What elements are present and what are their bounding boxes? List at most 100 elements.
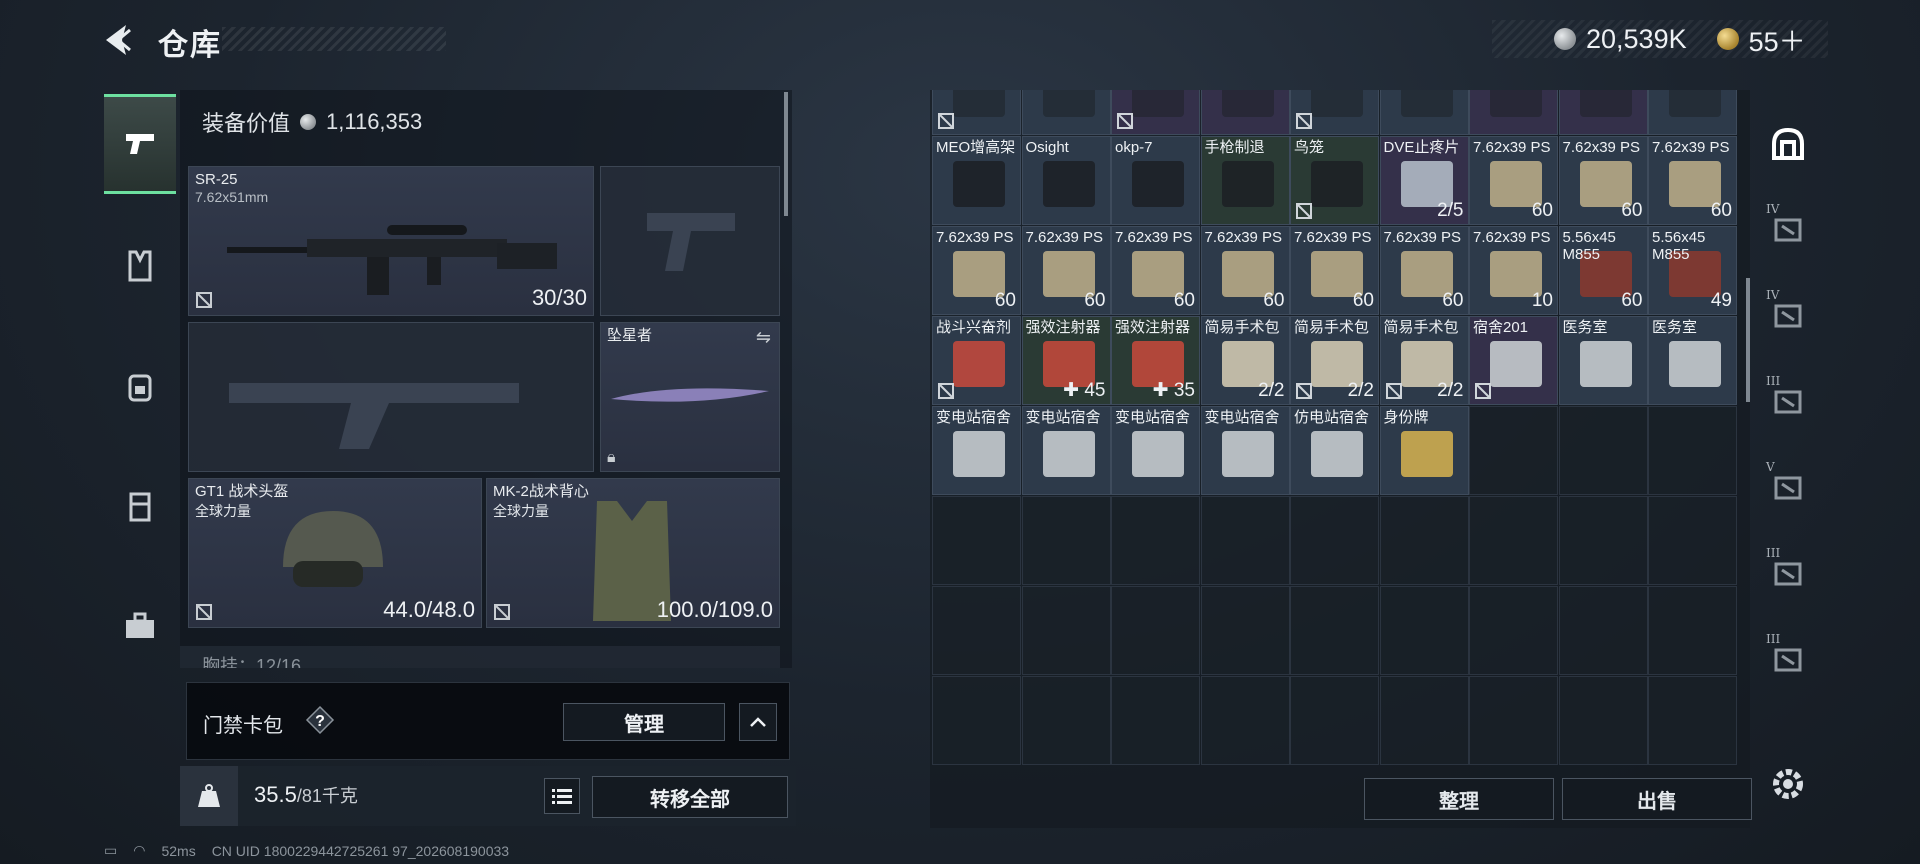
- settings-button[interactable]: [1764, 760, 1812, 808]
- stash-item[interactable]: 7.62x39 PS 60: [1469, 136, 1558, 225]
- swap-icon[interactable]: ⇋: [756, 327, 771, 348]
- stash-item[interactable]: 仿电站宿舍: [1290, 406, 1379, 495]
- stash-tab-0[interactable]: [1756, 102, 1820, 186]
- stash-item[interactable]: [1469, 90, 1558, 135]
- stash-item[interactable]: 身份牌: [1379, 406, 1469, 495]
- item-quantity: 60: [1263, 290, 1285, 311]
- stash-item[interactable]: 简易手术包 2/2: [1379, 316, 1469, 405]
- nav-backpack[interactable]: [104, 336, 176, 436]
- stash-item[interactable]: 7.62x39 PS 60: [1200, 226, 1290, 315]
- stash-item[interactable]: [1200, 90, 1290, 135]
- stash-tab-2[interactable]: IV: [1756, 272, 1820, 356]
- stash-item[interactable]: [1379, 90, 1469, 135]
- stash-item[interactable]: 变电站宿舍: [1021, 406, 1111, 495]
- stash-item[interactable]: 5.56x45 M855 60: [1558, 226, 1648, 315]
- item-image: [1579, 90, 1632, 117]
- transfer-all-button[interactable]: 转移全部: [592, 776, 788, 818]
- stash-item[interactable]: 7.62x39 PS 10: [1469, 226, 1558, 315]
- collapse-button[interactable]: [739, 703, 777, 741]
- stash-item[interactable]: 7.62x39 PS 60: [1648, 136, 1737, 225]
- stash-item[interactable]: okp-7: [1111, 136, 1200, 225]
- stash-tabs: IV IV III V III III: [1756, 90, 1820, 750]
- nav-toolbox[interactable]: [104, 576, 176, 676]
- equipment-panel: 装备价值 1,116,353 SR-25 7.62x51mm 30/30 坠星者…: [180, 90, 792, 668]
- stash-item[interactable]: 7.62x39 PS 60: [1379, 226, 1469, 315]
- help-icon[interactable]: ?: [305, 705, 335, 735]
- stash-item[interactable]: 手枪制退: [1200, 136, 1290, 225]
- item-name: 7.62x39 PS: [1473, 229, 1551, 246]
- stash-item[interactable]: DVE止疼片 2/5: [1379, 136, 1469, 225]
- stash-item[interactable]: MEO增高架: [932, 136, 1021, 225]
- nav-rig[interactable]: [104, 456, 176, 556]
- equipment-scrollbar[interactable]: [784, 92, 788, 216]
- stash-scrollbar[interactable]: [1746, 278, 1750, 402]
- uninsured-icon: [1116, 112, 1134, 130]
- stash-item[interactable]: Osight: [1021, 136, 1111, 225]
- stash-item[interactable]: 5.56x45 M855 49: [1648, 226, 1737, 315]
- stash-item[interactable]: 7.62x39 PS 60: [1558, 136, 1648, 225]
- stash-item[interactable]: 宿舍201: [1469, 316, 1558, 405]
- stash-item[interactable]: 7.62x39 PS 60: [1021, 226, 1111, 315]
- stash-empty-cell: [1469, 586, 1558, 675]
- melee-slot[interactable]: 坠星者 ⇋ 🔒︎: [600, 322, 780, 472]
- vest-name: MK-2战术背心: [493, 483, 589, 500]
- silver-coin-icon: [300, 114, 317, 130]
- stash-tab-6[interactable]: III: [1756, 616, 1820, 700]
- stash-item[interactable]: 简易手术包 2/2: [1290, 316, 1379, 405]
- stash-item[interactable]: [1648, 90, 1737, 135]
- uid-text: CN UID 1800229442725261 97_202608190033: [211, 842, 510, 859]
- item-image: [1311, 90, 1363, 117]
- equipment-value-amount: 1,116,353: [326, 109, 423, 134]
- nav-armor[interactable]: [104, 216, 176, 316]
- pistol-placeholder-icon: [647, 213, 735, 271]
- pistol-slot[interactable]: [600, 166, 780, 316]
- stash-item[interactable]: 变电站宿舍: [932, 406, 1021, 495]
- access-card-label: 门禁卡包: [203, 715, 283, 737]
- uninsured-icon: [195, 291, 213, 309]
- item-name: 5.56x45 M855: [1652, 229, 1706, 263]
- stash-item[interactable]: 强效注射器 ✚ 45: [1021, 316, 1111, 405]
- stash-item[interactable]: 鸟笼: [1290, 136, 1379, 225]
- sell-button[interactable]: 出售: [1562, 778, 1752, 820]
- vest-slot[interactable]: MK-2战术背心 全球力量 100.0/109.0: [486, 478, 780, 628]
- stash-item[interactable]: [932, 90, 1021, 135]
- stash-tab-3[interactable]: III: [1756, 358, 1820, 442]
- chest-rig-row[interactable]: 胸挂：12/16: [180, 646, 780, 668]
- stash-item[interactable]: [1111, 90, 1200, 135]
- nav-weapon[interactable]: [104, 94, 176, 194]
- uninsured-icon: [937, 382, 955, 400]
- secondary-weapon-slot[interactable]: [188, 322, 594, 472]
- primary-weapon-caliber: 7.62x51mm: [195, 189, 269, 205]
- stash-item[interactable]: 7.62x39 PS 60: [1290, 226, 1379, 315]
- item-image: [1221, 90, 1274, 117]
- stash-tab-1[interactable]: IV: [1756, 186, 1820, 270]
- list-view-button[interactable]: [544, 778, 580, 814]
- helmet-slot[interactable]: GT1 战术头盔 全球力量 44.0/48.0: [188, 478, 482, 628]
- stash-item[interactable]: [1021, 90, 1111, 135]
- manage-button[interactable]: 管理: [563, 703, 725, 741]
- stash-empty-cell: [932, 496, 1021, 585]
- stash-item[interactable]: 7.62x39 PS 60: [932, 226, 1021, 315]
- stash-item[interactable]: 简易手术包 2/2: [1200, 316, 1290, 405]
- sort-button[interactable]: 整理: [1364, 778, 1554, 820]
- stash-item[interactable]: 强效注射器 ✚ 35: [1111, 316, 1200, 405]
- stash-item[interactable]: 7.62x39 PS 60: [1111, 226, 1200, 315]
- stash-empty-cell: [1200, 496, 1290, 585]
- back-arrow-icon[interactable]: [100, 22, 140, 58]
- stash-item[interactable]: 变电站宿舍: [1111, 406, 1200, 495]
- tier-label: III: [1766, 374, 1781, 388]
- item-quantity: 60: [1173, 290, 1195, 311]
- primary-weapon-slot[interactable]: SR-25 7.62x51mm 30/30: [188, 166, 594, 316]
- stash-item[interactable]: [1290, 90, 1379, 135]
- item-image: [1400, 431, 1453, 477]
- stash-item[interactable]: 医务室: [1558, 316, 1648, 405]
- stash-item[interactable]: [1558, 90, 1648, 135]
- stash-tab-4[interactable]: V: [1756, 444, 1820, 528]
- stash-item[interactable]: 战斗兴奋剂: [932, 316, 1021, 405]
- item-name: 7.62x39 PS: [1652, 139, 1730, 156]
- stash-item[interactable]: 变电站宿舍: [1200, 406, 1290, 495]
- stash-item[interactable]: 医务室: [1648, 316, 1737, 405]
- item-name: 7.62x39 PS: [1383, 229, 1462, 246]
- list-icon: [552, 789, 572, 804]
- stash-tab-5[interactable]: III: [1756, 530, 1820, 614]
